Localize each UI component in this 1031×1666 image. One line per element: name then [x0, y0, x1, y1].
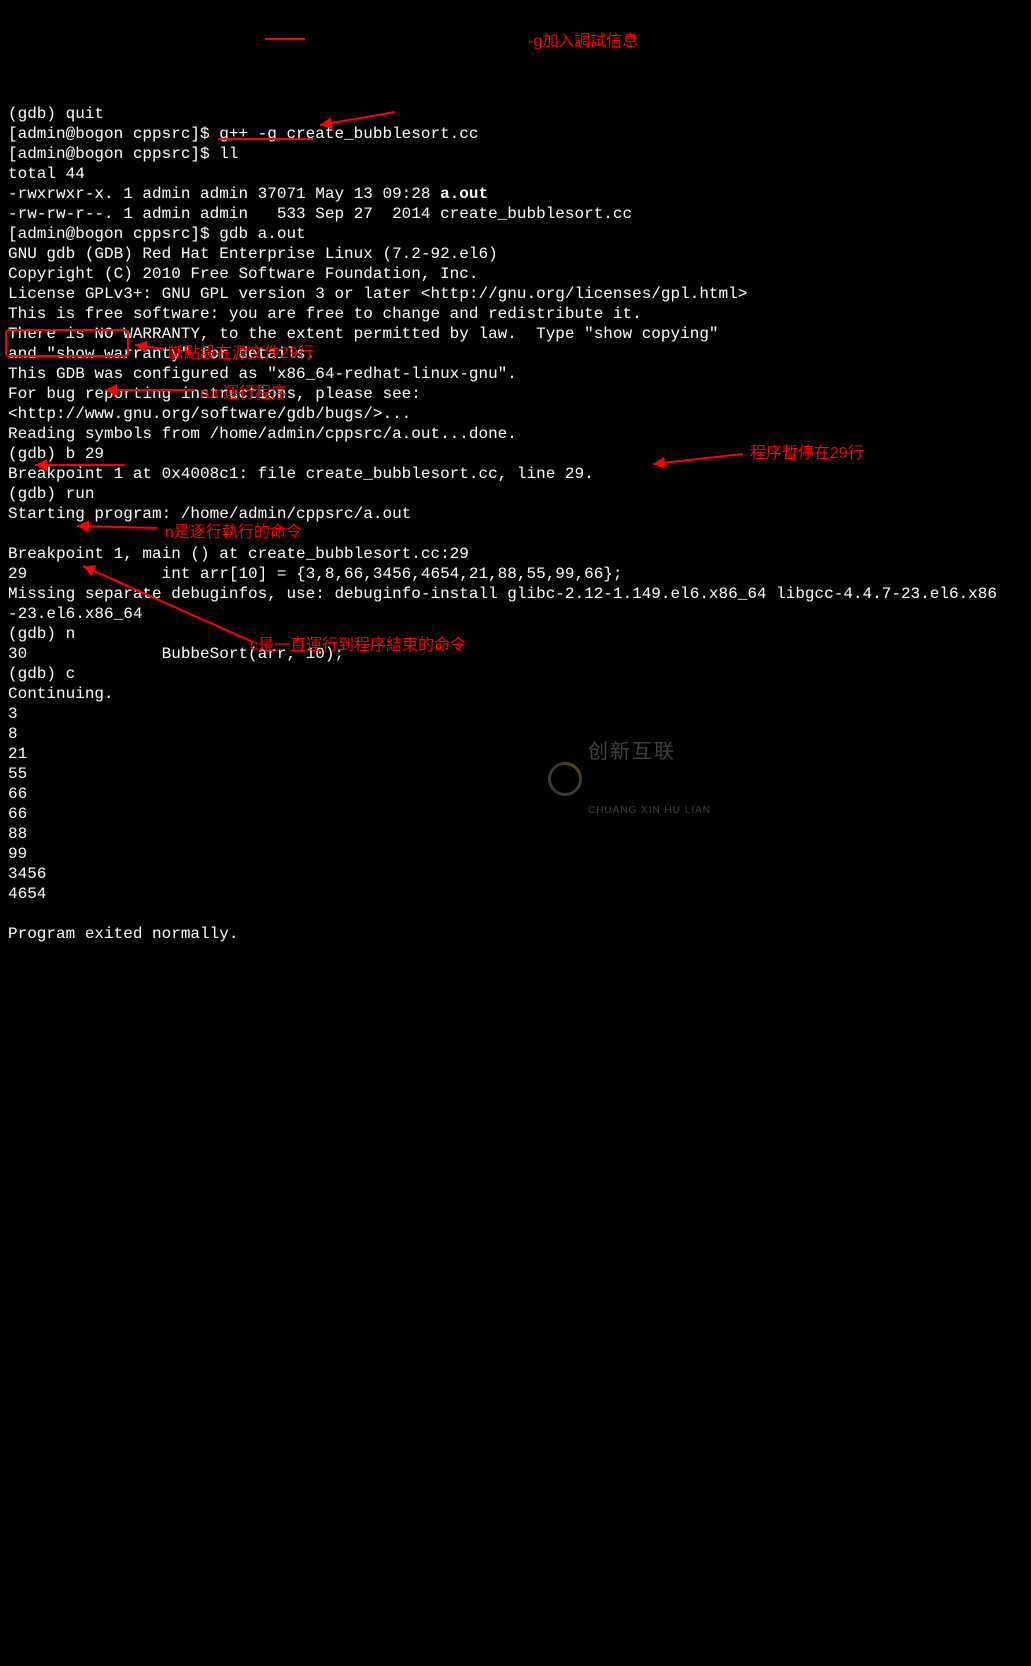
line: Breakpoint 1, main () at create_bubbleso… [8, 545, 469, 563]
command: gdb a.out [219, 225, 305, 243]
output-value: 88 [8, 825, 27, 843]
line: <http://www.gnu.org/software/gdb/bugs/>.… [8, 405, 411, 423]
line: -23.el6.x86_64 [8, 605, 142, 623]
terminal-output[interactable]: (gdb) quit [admin@bogon cppsrc]$ g++ -g … [0, 80, 1031, 948]
annotation-n-step: n是逐行執行的命令 [165, 523, 302, 543]
line: 29 int arr[10] = {3,8,66,3456,4654,21,88… [8, 565, 623, 583]
output-value: 66 [8, 805, 27, 823]
annotation-breakpoint: 斷點設在源文件29行 [168, 344, 314, 364]
watermark-logo-icon [541, 755, 589, 803]
output-value: 3456 [8, 865, 46, 883]
gdb-command-n: (gdb) n [8, 625, 75, 643]
watermark: 创新互联 CHUANG XIN HU LIAN [548, 700, 711, 858]
gdb-command-run: (gdb) run [8, 485, 94, 503]
line: Reading symbols from /home/admin/cppsrc/… [8, 425, 517, 443]
gdb-command-c: (gdb) c [8, 665, 75, 683]
watermark-sub: CHUANG XIN HU LIAN [588, 805, 711, 818]
prompt: [admin@bogon cppsrc]$ [8, 145, 219, 163]
line: (gdb) quit [8, 105, 104, 123]
line: License GPLv3+: GNU GPL version 3 or lat… [8, 285, 747, 303]
command: ll [219, 145, 238, 163]
line: Breakpoint 1 at 0x4008c1: file create_bu… [8, 465, 594, 483]
annotation-g-flag: -g加入調試信息 [528, 32, 638, 52]
annotation-c-continue: c是一直運行到程序結束的命令 [250, 636, 466, 656]
prompt: [admin@bogon cppsrc]$ [8, 225, 219, 243]
prompt: [admin@bogon cppsrc]$ [8, 125, 219, 143]
filename-aout: a.out [440, 185, 488, 203]
output-value: 66 [8, 785, 27, 803]
output-value: 55 [8, 765, 27, 783]
line: Continuing. [8, 685, 114, 703]
line: Starting program: /home/admin/cppsrc/a.o… [8, 505, 411, 523]
command: g++ -g create_bubblesort.cc [219, 125, 478, 143]
line: -rwxrwxr-x. 1 admin admin 37071 May 13 0… [8, 185, 440, 203]
annotation-pause-29: 程序暫停在29行 [750, 444, 864, 464]
line: This GDB was configured as "x86_64-redha… [8, 365, 517, 383]
output-value: 4654 [8, 885, 46, 903]
line: -rw-rw-r--. 1 admin admin 533 Sep 27 201… [8, 205, 632, 223]
gdb-command-b: (gdb) b 29 [8, 445, 104, 463]
line: Program exited normally. [8, 925, 238, 943]
line: This is free software: you are free to c… [8, 305, 642, 323]
output-value: 3 [8, 705, 18, 723]
output-value: 8 [8, 725, 18, 743]
line: total 44 [8, 165, 85, 183]
line: Copyright (C) 2010 Free Software Foundat… [8, 265, 478, 283]
output-value: 99 [8, 845, 27, 863]
line: Missing separate debuginfos, use: debugi… [8, 585, 997, 603]
line: GNU gdb (GDB) Red Hat Enterprise Linux (… [8, 245, 498, 263]
underline-gflag [265, 38, 305, 40]
annotation-run: run運行程序 [200, 384, 287, 404]
watermark-name: 创新互联 [588, 740, 711, 765]
line: There is NO WARRANTY, to the extent perm… [8, 325, 719, 343]
output-value: 21 [8, 745, 27, 763]
